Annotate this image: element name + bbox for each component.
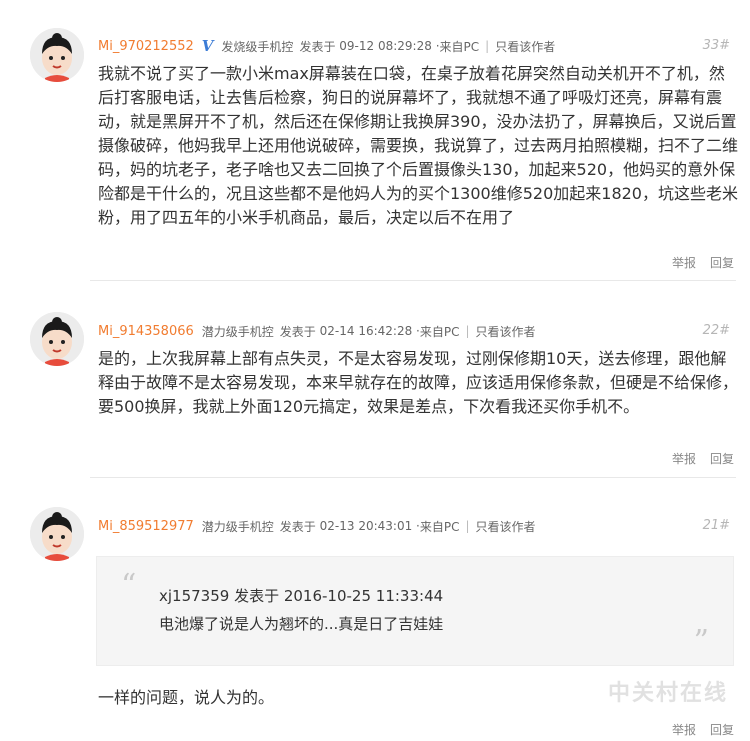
only-author-link[interactable]: 只看该作者 — [476, 518, 536, 535]
close-quote-icon: ” — [693, 624, 709, 659]
post-source: 来自PC — [439, 39, 480, 54]
only-author-link[interactable]: 只看该作者 — [476, 323, 536, 340]
post-actions: 举报 回复 — [672, 721, 734, 738]
post-source: 来自PC — [419, 324, 460, 339]
posted-prefix: 发表于 — [279, 519, 316, 534]
username-link[interactable]: Mi_914358066 — [98, 324, 194, 339]
post-divider — [90, 477, 736, 478]
open-quote-icon: “ — [121, 568, 137, 603]
reply-button[interactable]: 回复 — [710, 450, 734, 467]
separator: | — [465, 519, 470, 533]
post-actions: 举报 回复 — [672, 450, 734, 467]
post-source: 来自PC — [419, 519, 460, 534]
user-level: 潜力级手机控 — [201, 324, 274, 339]
reply-button[interactable]: 回复 — [710, 254, 734, 271]
post-meta: Mi_914358066 潜力级手机控 发表于 02-14 16:42:28 ·… — [98, 322, 536, 340]
post-content: 是的，上次我屏幕上部有点失灵，不是太容易发现，过刚保修期10天，送去修理，跟他解… — [98, 349, 739, 416]
floor-number: 21# — [702, 518, 730, 533]
only-author-link[interactable]: 只看该作者 — [495, 38, 555, 55]
post-datetime: 02-13 20:43:01 — [319, 519, 413, 533]
verified-icon: V — [201, 37, 214, 55]
avatar[interactable] — [30, 312, 84, 366]
avatar[interactable] — [30, 507, 84, 561]
posted-prefix: 发表于 — [279, 324, 316, 339]
site-watermark: 中关村在线 — [607, 681, 728, 706]
reply-button[interactable]: 回复 — [710, 721, 734, 738]
post-divider — [90, 280, 736, 281]
avatar-image — [30, 312, 84, 366]
post-datetime: 09-12 08:29:28 — [339, 39, 432, 53]
floor-number: 22# — [702, 323, 730, 338]
user-level: 发烧级手机控 — [221, 39, 294, 54]
post-meta: Mi_970212552 V 发烧级手机控 发表于 09-12 08:29:28… — [98, 37, 555, 55]
avatar[interactable] — [30, 28, 84, 82]
report-button[interactable]: 举报 — [672, 450, 696, 467]
post-meta: Mi_859512977 潜力级手机控 发表于 02-13 20:43:01 ·… — [98, 517, 536, 535]
report-button[interactable]: 举报 — [672, 254, 696, 271]
report-button[interactable]: 举报 — [672, 721, 696, 738]
username-link[interactable]: Mi_859512977 — [98, 519, 194, 534]
post-actions: 举报 回复 — [672, 254, 734, 271]
separator: | — [485, 39, 490, 53]
user-level: 潜力级手机控 — [201, 519, 274, 534]
separator: | — [465, 324, 470, 338]
posted-prefix: 发表于 — [299, 39, 336, 54]
quote-author: xj157359 发表于 2016-10-25 11:33:44 — [159, 587, 444, 605]
post-content: 我就不说了买了一款小米max屏幕装在口袋，在桌子放着花屏突然自动关机开不了机，然… — [98, 64, 739, 227]
username-link[interactable]: Mi_970212552 — [98, 39, 194, 54]
floor-number: 33# — [702, 38, 730, 53]
post-datetime: 02-14 16:42:28 — [319, 324, 413, 338]
avatar-image — [30, 28, 84, 82]
quote-text: 电池爆了说是人为翘坏的...真是日了吉娃娃 — [159, 615, 444, 633]
quote-block: “ xj157359 发表于 2016-10-25 11:33:44 电池爆了说… — [96, 556, 734, 666]
comment-thread: Mi_970212552 V 发烧级手机控 发表于 09-12 08:29:28… — [0, 0, 750, 741]
avatar-image — [30, 507, 84, 561]
